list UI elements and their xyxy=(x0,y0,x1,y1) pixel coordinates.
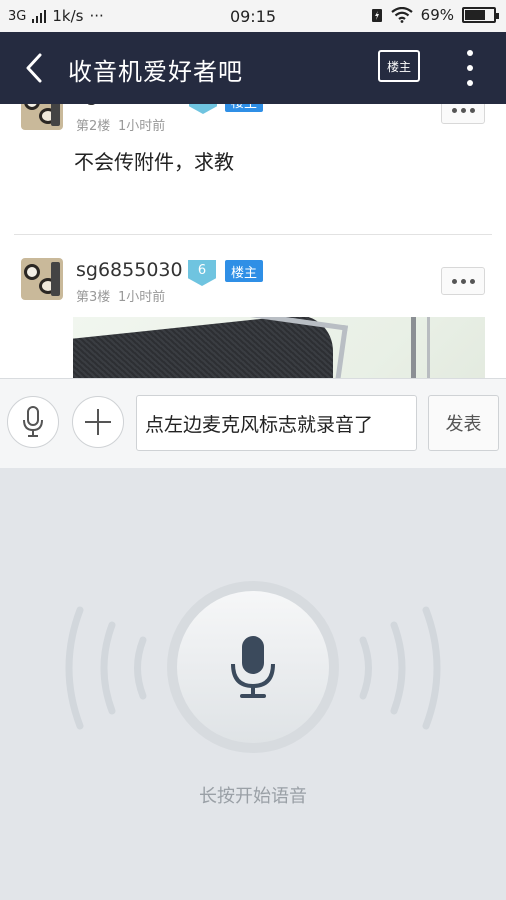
list-item: sg6855030 6 楼主 第3楼 1小时前 xyxy=(0,244,506,378)
list-item: sg6855030 6 楼主 第2楼 1小时前 不会传附件，求教 xyxy=(0,104,506,234)
more-options-icon[interactable] xyxy=(462,50,478,86)
add-attachment-button[interactable] xyxy=(72,396,124,448)
microphone-icon xyxy=(231,636,275,698)
post-time: 1小时前 xyxy=(118,290,166,305)
record-hint: 长按开始语音 xyxy=(199,786,307,807)
avatar[interactable] xyxy=(21,258,63,300)
only-owner-button[interactable]: 楼主 xyxy=(378,50,420,82)
status-bar: 3G 1k/s ··· 09:15 69% xyxy=(0,0,506,32)
post-time: 1小时前 xyxy=(118,119,166,134)
post-floor: 第2楼 xyxy=(76,119,111,134)
reply-input-bar: 点左边麦克风标志就录音了 发表 xyxy=(0,378,506,468)
plus-icon xyxy=(85,409,111,435)
divider xyxy=(14,234,492,235)
send-button[interactable]: 发表 xyxy=(428,395,499,451)
voice-record-panel: 长按开始语音 xyxy=(0,468,506,900)
level-badge: 6 xyxy=(189,104,217,114)
owner-badge: 楼主 xyxy=(225,104,264,112)
post-more-button[interactable] xyxy=(441,267,485,295)
nav-bar: 收音机爱好者吧 楼主 xyxy=(0,32,506,104)
page-title: 收音机爱好者吧 xyxy=(68,58,243,86)
voice-toggle-button[interactable] xyxy=(7,396,59,448)
post-image[interactable] xyxy=(73,317,485,378)
username[interactable]: sg6855030 xyxy=(76,259,183,281)
reply-input[interactable]: 点左边麦克风标志就录音了 xyxy=(136,395,417,451)
back-icon[interactable] xyxy=(18,50,50,86)
post-more-button[interactable] xyxy=(441,104,485,124)
username[interactable]: sg6855030 xyxy=(76,104,183,106)
post-list: sg6855030 6 楼主 第2楼 1小时前 不会传附件，求教 sg68550… xyxy=(0,104,506,378)
level-badge: 6 xyxy=(188,260,216,286)
wifi-icon xyxy=(390,7,413,23)
owner-badge: 楼主 xyxy=(225,260,264,282)
post-floor: 第3楼 xyxy=(76,290,111,305)
post-text: 不会传附件，求教 xyxy=(74,150,234,174)
microphone-icon xyxy=(23,406,43,437)
battery-icon xyxy=(462,7,499,23)
battery-saver-icon xyxy=(371,9,382,22)
hold-to-record-button[interactable] xyxy=(167,581,339,753)
avatar[interactable] xyxy=(21,104,63,130)
battery-percent: 69% xyxy=(420,6,454,24)
